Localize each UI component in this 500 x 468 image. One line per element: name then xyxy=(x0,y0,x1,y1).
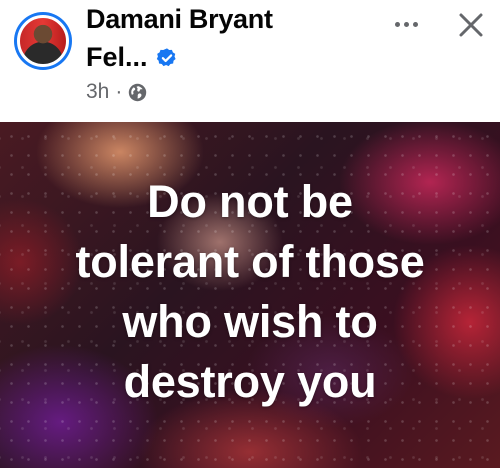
author-subname[interactable]: Fel... xyxy=(86,42,148,73)
more-options-icon xyxy=(394,21,400,27)
meta-separator: · xyxy=(115,80,123,103)
post-text-line: tolerant of those xyxy=(75,236,425,287)
post-text-line: who wish to xyxy=(122,296,378,347)
post-background-image[interactable]: Do not be tolerant of those who wish to … xyxy=(0,122,500,468)
facebook-post: Damani Bryant Fel... 3h · Do not be tole… xyxy=(0,0,500,468)
more-options-button[interactable] xyxy=(384,6,428,42)
avatar-image xyxy=(17,15,69,67)
author-name[interactable]: Damani Bryant xyxy=(86,4,273,35)
post-text-line: Do not be xyxy=(147,176,353,227)
close-button[interactable] xyxy=(452,6,490,44)
more-options-icon xyxy=(403,21,409,27)
author-avatar[interactable] xyxy=(14,12,72,70)
post-text: Do not be tolerant of those who wish to … xyxy=(0,172,500,412)
post-text-line: destroy you xyxy=(123,356,377,407)
post-header: Damani Bryant Fel... 3h · xyxy=(0,0,500,122)
post-time[interactable]: 3h xyxy=(86,80,109,104)
close-icon xyxy=(459,13,483,37)
more-options-icon xyxy=(412,21,418,27)
globe-icon[interactable] xyxy=(128,83,147,102)
post-meta: 3h · xyxy=(86,80,147,104)
verified-badge-icon xyxy=(156,47,176,66)
author-subname-row: Fel... xyxy=(86,42,178,73)
